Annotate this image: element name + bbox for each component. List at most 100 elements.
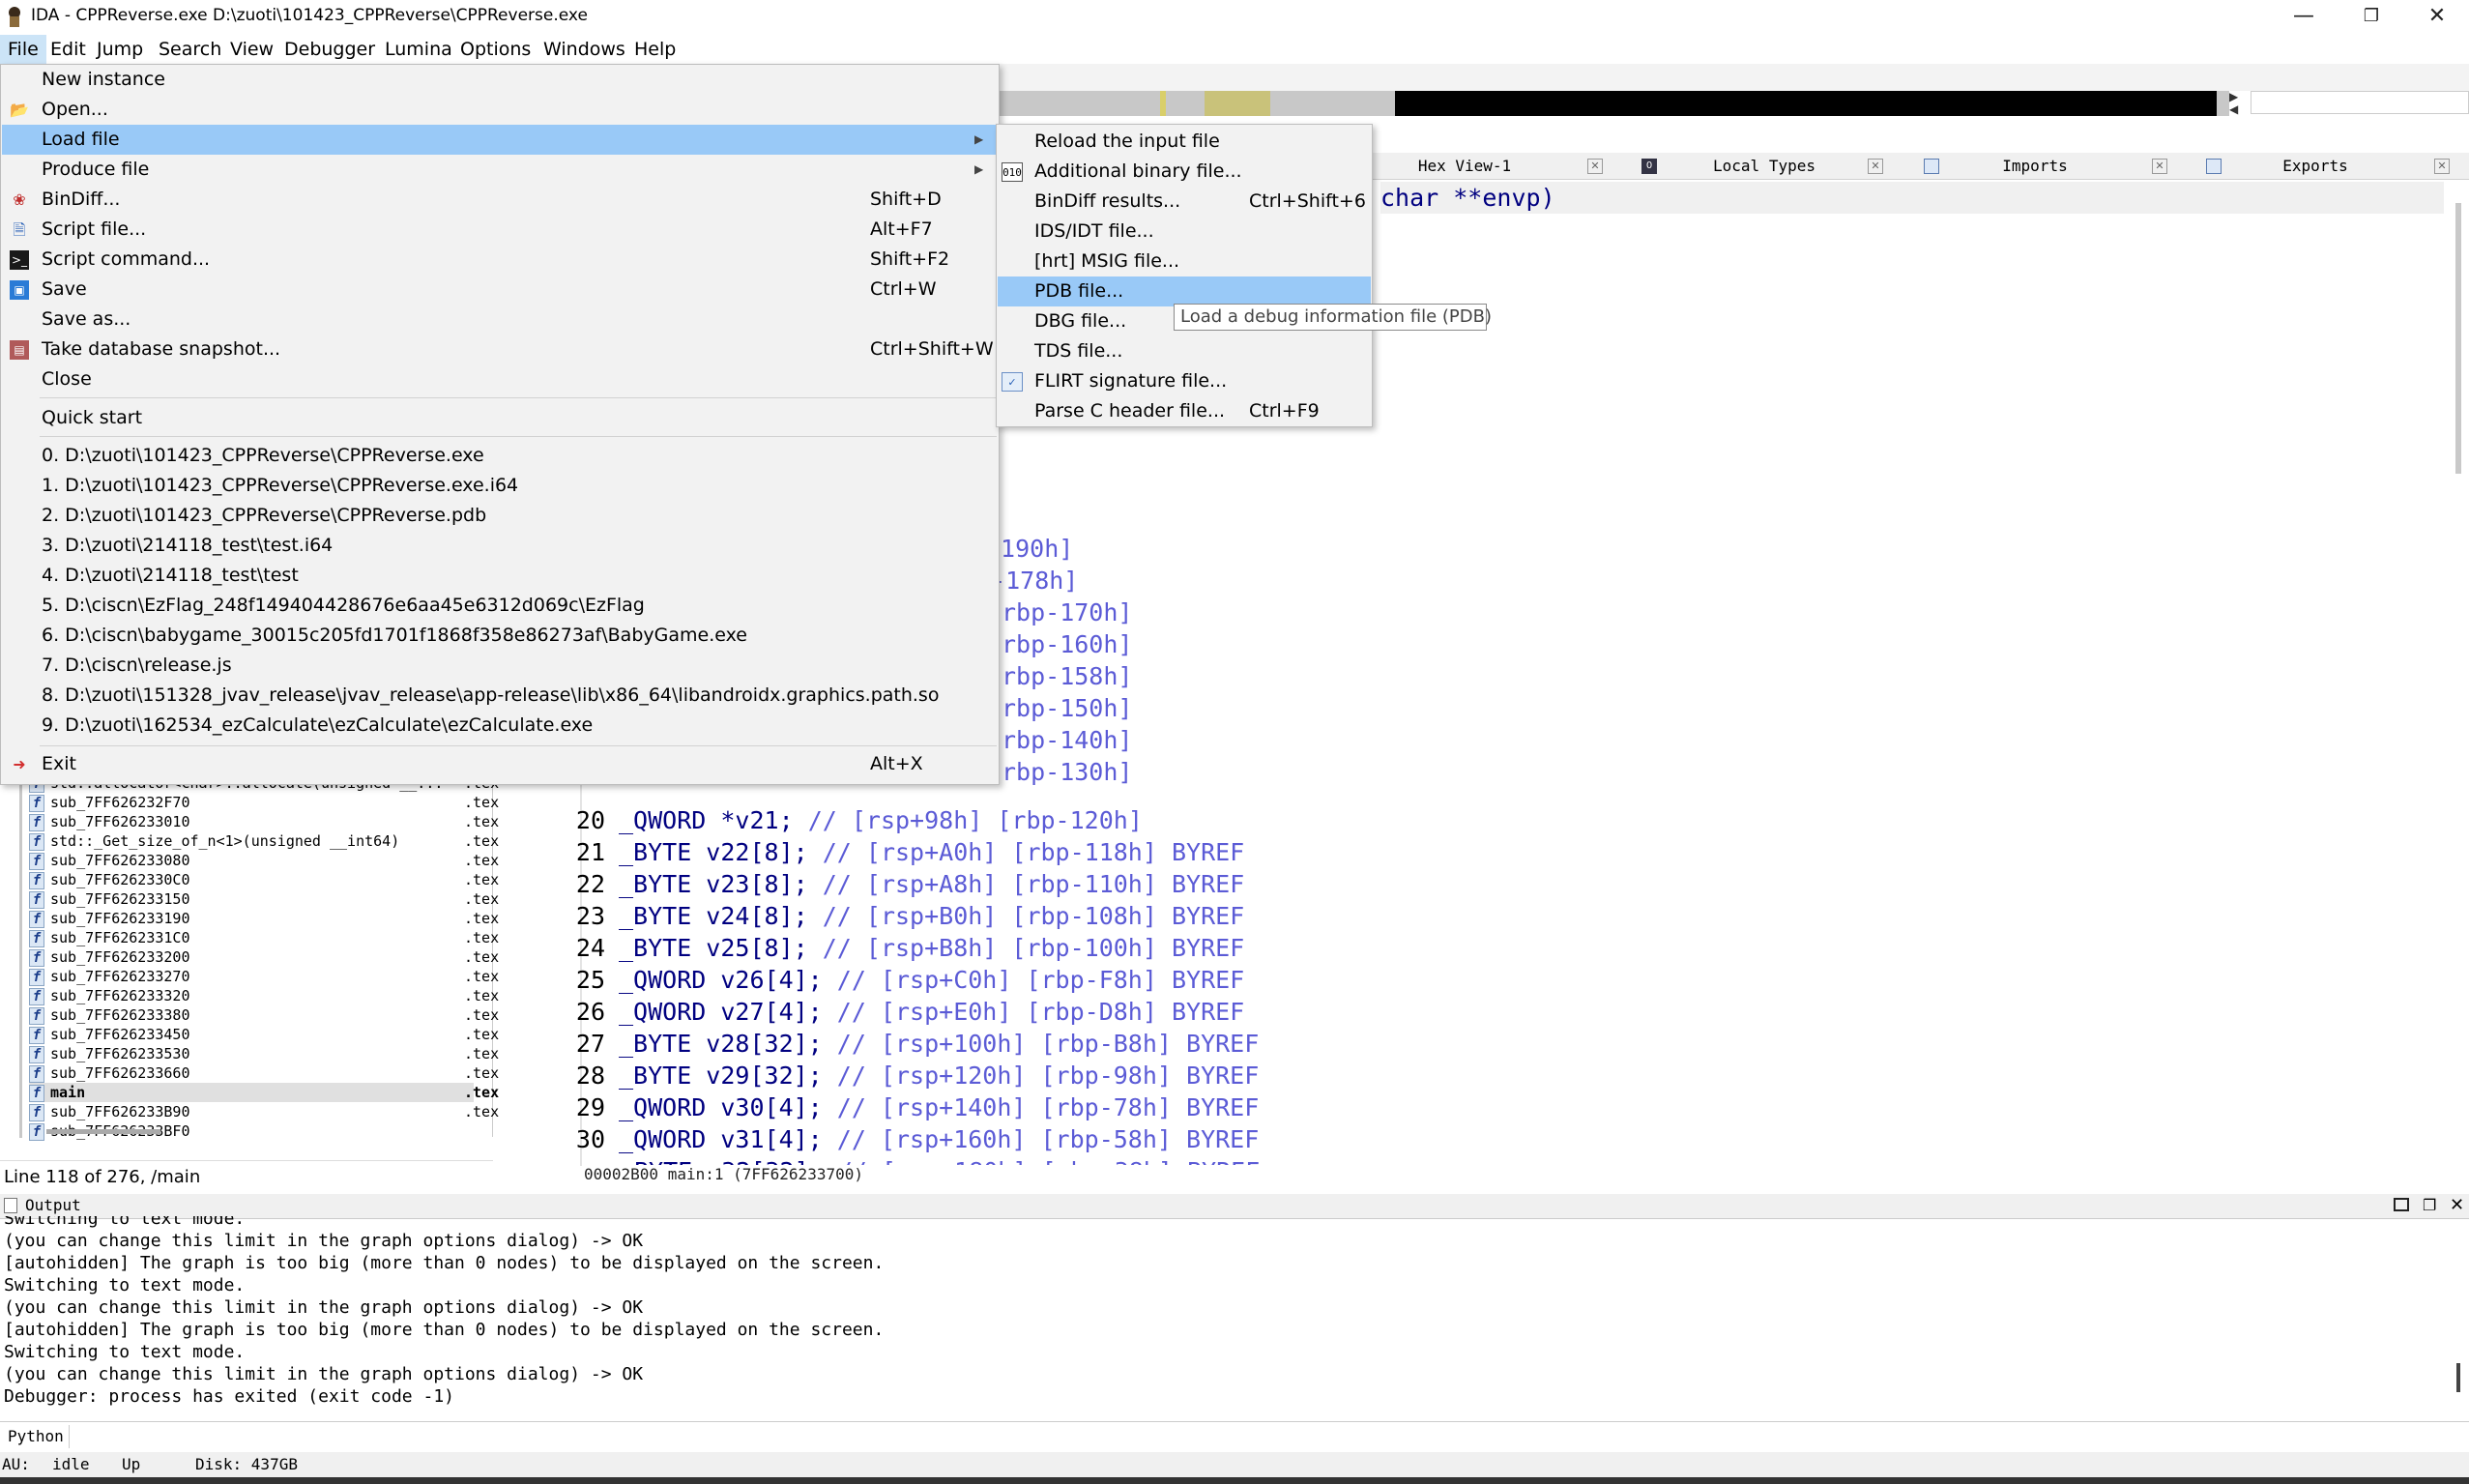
recent-file-item[interactable]: 0. D:\zuoti\101423_CPPReverse\CPPReverse… <box>2 441 998 471</box>
code-header-line[interactable]: char **envp) <box>1380 182 2444 214</box>
menu-item-reload-input[interactable]: Reload the input file <box>998 127 1371 157</box>
function-row[interactable]: f sub_7FF626233080 .tex <box>29 851 499 870</box>
code-line[interactable]: 30 _QWORD v31[4]; // [rsp+160h] [rbp-58h]… <box>541 1123 2455 1155</box>
recent-file-item[interactable]: 8. D:\zuoti\151328_jvav_release\jvav_rel… <box>2 681 998 711</box>
recent-file-item[interactable]: 9. D:\zuoti\162534_ezCalculate\ezCalcula… <box>2 711 998 741</box>
close-icon[interactable]: ✕ <box>2450 1195 2464 1215</box>
menu-item-additional-binary[interactable]: 010 Additional binary file... <box>998 157 1371 187</box>
code-line[interactable]: 29 _QWORD v30[4]; // [rsp+140h] [rbp-78h]… <box>541 1091 2455 1123</box>
tab-local-types[interactable]: Local Types <box>1692 153 1837 180</box>
command-input[interactable] <box>77 1425 2455 1448</box>
maximize-icon[interactable] <box>2394 1198 2409 1211</box>
recent-file-item[interactable]: 7. D:\ciscn\release.js <box>2 651 998 681</box>
function-row[interactable]: f sub_7FF626233190 .tex <box>29 909 499 928</box>
nav-scroll-arrows-icon[interactable]: ▶ ◀ <box>2229 91 2243 116</box>
menu-item-msig[interactable]: [hrt] MSIG file... <box>998 247 1371 276</box>
menu-item-bindiff-results[interactable]: BinDiff results... Ctrl+Shift+6 <box>998 187 1371 217</box>
code-fragment: rbp-150h] <box>1002 694 1133 722</box>
recent-file-item[interactable]: 3. D:\zuoti\214118_test\test.i64 <box>2 531 998 561</box>
function-row[interactable]: f sub_7FF626233200 .tex <box>29 947 499 967</box>
menu-item-script-file[interactable]: 🗎 Script file... Alt+F7 <box>2 215 998 245</box>
close-window-button[interactable]: ✕ <box>2403 0 2469 35</box>
function-row[interactable]: f sub_7FF626233270 .tex <box>29 967 499 986</box>
menu-item-script-command[interactable]: >_ Script command... Shift+F2 <box>2 245 998 275</box>
nav-dropdown[interactable] <box>2251 91 2469 114</box>
function-row[interactable]: f sub_7FF626233320 .tex <box>29 986 499 1005</box>
tab-imports[interactable]: Imports <box>1972 153 2098 180</box>
recent-file-item[interactable]: 5. D:\ciscn\EzFlag_248f149404428676e6aa4… <box>2 591 998 621</box>
menu-item-exit[interactable]: ➜ Exit Alt+X <box>2 749 998 779</box>
code-line[interactable]: 23 _BYTE v24[8]; // [rsp+B0h] [rbp-108h] … <box>541 900 2455 932</box>
menu-view[interactable]: View <box>222 35 281 64</box>
output-scrollbar[interactable] <box>2456 1363 2460 1392</box>
menu-item-produce-file[interactable]: Produce file ▶ <box>2 155 998 185</box>
close-icon[interactable]: ✕ <box>1587 159 1603 174</box>
tab-exports[interactable]: Exports <box>2252 153 2378 180</box>
function-row[interactable]: f main .tex <box>29 1083 499 1102</box>
code-line[interactable]: 25 _QWORD v26[4]; // [rsp+C0h] [rbp-F8h] … <box>541 964 2455 996</box>
menu-separator <box>40 397 997 398</box>
float-icon[interactable]: ❐ <box>2423 1196 2436 1214</box>
close-icon[interactable]: ✕ <box>2152 159 2167 174</box>
recent-file-item[interactable]: 2. D:\zuoti\101423_CPPReverse\CPPReverse… <box>2 501 998 531</box>
function-row[interactable]: f sub_7FF6262330C0 .tex <box>29 870 499 889</box>
menu-options[interactable]: Options <box>452 35 538 64</box>
menu-item-open[interactable]: 📂 Open... <box>2 95 998 125</box>
menu-item-snapshot[interactable]: ▤ Take database snapshot... Ctrl+Shift+W <box>2 335 998 364</box>
menu-item-quick-start[interactable]: Quick start <box>2 403 998 433</box>
function-row[interactable]: f sub_7FF626233530 .tex <box>29 1044 499 1063</box>
menu-help[interactable]: Help <box>626 35 683 64</box>
code-line[interactable]: 21 _BYTE v22[8]; // [rsp+A0h] [rbp-118h] … <box>541 836 2455 868</box>
recent-file-item[interactable]: 1. D:\zuoti\101423_CPPReverse\CPPReverse… <box>2 471 998 501</box>
menu-item-parse-c-header[interactable]: Parse C header file... Ctrl+F9 <box>998 396 1371 426</box>
menu-item-save[interactable]: ▣ Save Ctrl+W <box>2 275 998 305</box>
menu-windows[interactable]: Windows <box>536 35 633 64</box>
menu-debugger[interactable]: Debugger <box>276 35 383 64</box>
function-row[interactable]: f sub_7FF626233150 .tex <box>29 889 499 909</box>
code-line[interactable]: 22 _BYTE v23[8]; // [rsp+A8h] [rbp-110h] … <box>541 868 2455 900</box>
menu-item-close[interactable]: Close <box>2 364 998 394</box>
menu-item-save-as[interactable]: Save as... <box>2 305 998 335</box>
menu-search[interactable]: Search <box>151 35 229 64</box>
function-row[interactable]: f std::_Get_size_of_n<1>(unsigned __int64… <box>29 831 499 851</box>
function-row[interactable]: f sub_7FF626233450 .tex <box>29 1025 499 1044</box>
python-language-button[interactable]: Python <box>2 1425 70 1448</box>
function-segment: .tex <box>464 1045 500 1062</box>
minimize-button[interactable]: — <box>2270 0 2338 35</box>
function-row[interactable]: f sub_7FF626232F70 .tex <box>29 793 499 812</box>
menu-item-flirt[interactable]: ✓ FLIRT signature file... <box>998 366 1371 396</box>
code-line[interactable]: 28 _BYTE v29[32]; // [rsp+120h] [rbp-98h]… <box>541 1060 2455 1091</box>
menu-item-pdb[interactable]: PDB file... <box>998 276 1371 306</box>
close-icon[interactable]: ✕ <box>1868 159 1883 174</box>
output-text[interactable]: Switching to text mode. (you can change … <box>4 1216 2450 1419</box>
function-icon: f <box>29 929 44 947</box>
menu-edit[interactable]: Edit <box>43 35 94 64</box>
function-name: sub_7FF626233200 <box>50 948 190 966</box>
vertical-scrollbar[interactable] <box>2455 203 2461 474</box>
code-line[interactable]: 24 _BYTE v25[8]; // [rsp+B8h] [rbp-100h] … <box>541 932 2455 964</box>
menu-item-tds[interactable]: TDS file... <box>998 336 1371 366</box>
code-line[interactable]: 27 _BYTE v28[32]; // [rsp+100h] [rbp-B8h]… <box>541 1028 2455 1060</box>
menu-item-bindiff[interactable]: ❀ BinDiff... Shift+D <box>2 185 998 215</box>
close-icon[interactable]: ✕ <box>2434 159 2450 174</box>
recent-file-item[interactable]: 6. D:\ciscn\babygame_30015c205fd1701f186… <box>2 621 998 651</box>
menu-item-load-file[interactable]: Load file ▶ <box>2 125 998 155</box>
function-row[interactable]: f sub_7FF6262331C0 .tex <box>29 928 499 947</box>
navigation-band[interactable] <box>996 91 2229 116</box>
menu-jump[interactable]: Jump <box>89 35 151 64</box>
tab-hex-view[interactable]: Hex View-1 <box>1402 153 1527 180</box>
function-row[interactable]: f sub_7FF626233010 .tex <box>29 812 499 831</box>
restore-button[interactable]: ❐ <box>2338 0 2405 35</box>
code-line[interactable]: 20 _QWORD *v21; // [rsp+98h] [rbp-120h] <box>541 804 2455 836</box>
function-row[interactable]: f sub_7FF626233B90 .tex <box>29 1102 499 1121</box>
function-row[interactable]: f sub_7FF626233660 .tex <box>29 1063 499 1083</box>
horizontal-scrollbar[interactable] <box>46 1129 160 1134</box>
function-row[interactable]: f sub_7FF626233380 .tex <box>29 1005 499 1025</box>
code-line[interactable]: 26 _QWORD v27[4]; // [rsp+E0h] [rbp-D8h] … <box>541 996 2455 1028</box>
window-title: IDA - CPPReverse.exe D:\zuoti\101423_CPP… <box>31 6 588 25</box>
menu-lumina[interactable]: Lumina <box>377 35 460 64</box>
menu-item-ids-idt[interactable]: IDS/IDT file... <box>998 217 1371 247</box>
menu-file[interactable]: File <box>0 35 46 64</box>
menu-item-new-instance[interactable]: New instance <box>2 65 998 95</box>
recent-file-item[interactable]: 4. D:\zuoti\214118_test\test <box>2 561 998 591</box>
